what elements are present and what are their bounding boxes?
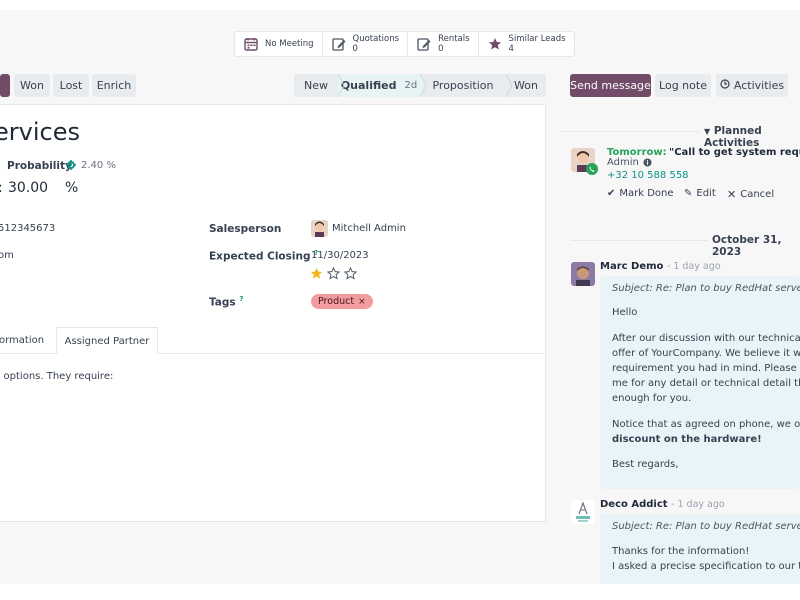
- marc-demo-avatar: [571, 262, 595, 286]
- close-icon: ✕: [727, 188, 737, 201]
- message-line: discount on the hardware!: [612, 434, 762, 445]
- expected-closing-label: Expected Closing ?: [209, 249, 318, 263]
- primary-action-button[interactable]: [0, 74, 10, 97]
- lost-button[interactable]: Lost: [53, 74, 89, 97]
- expected-closing-text: Expected Closing: [209, 250, 311, 263]
- priority-stars: [310, 266, 358, 283]
- message-subject: Subject: Re: Plan to buy RedHat servers: [612, 521, 800, 532]
- message-author[interactable]: Marc Demo - 1 day ago: [600, 261, 721, 272]
- message-line: offer of YourCompany. We believe it will…: [612, 348, 800, 359]
- pencil-doc-icon: [331, 36, 347, 52]
- quotations-label: Quotations: [352, 34, 400, 44]
- salesperson-avatar: [311, 220, 328, 237]
- left-field-1[interactable]: 512345673: [0, 223, 55, 234]
- tab-extra-info[interactable]: ormation: [0, 327, 56, 354]
- pencil-icon: ✎: [684, 188, 693, 199]
- star-icon[interactable]: [310, 267, 323, 283]
- stage-statusbar: New Qualified 2d Proposition Won: [294, 74, 546, 97]
- tags-label: Tags ?: [209, 295, 243, 309]
- cancel-label: Cancel: [740, 189, 775, 200]
- no-meeting-label: No Meeting: [265, 39, 314, 49]
- phone-icon: [586, 163, 598, 178]
- probability-label: Probability: [7, 160, 72, 172]
- probability-auto: 2.40 %: [81, 160, 116, 171]
- message-line: Hello: [612, 307, 638, 318]
- message-line: requirement you had in mind. Please feel: [612, 363, 800, 374]
- message-line: Best regards,: [612, 459, 679, 470]
- left-field-2[interactable]: om: [0, 250, 14, 261]
- message-author[interactable]: Deco Addict - 1 day ago: [600, 499, 725, 510]
- activity-summary: "Call to get system requirem: [669, 147, 800, 158]
- calendar-icon: [243, 36, 259, 52]
- tags-text: Tags: [209, 296, 236, 309]
- message-ago: - 1 day ago: [666, 261, 721, 272]
- pencil-doc-icon: [416, 36, 432, 52]
- tab-assigned-partner[interactable]: Assigned Partner: [56, 327, 158, 354]
- quotations-button[interactable]: Quotations 0: [323, 32, 409, 56]
- message-author-name: Marc Demo: [600, 261, 664, 272]
- mark-done-label: Mark Done: [619, 188, 674, 199]
- tag-label: Product: [318, 296, 355, 307]
- similar-leads-label: Similar Leads: [508, 34, 566, 44]
- message-line: me for any detail or technical detail th…: [612, 378, 800, 389]
- mark-done-button[interactable]: ✔ Mark Done: [607, 188, 674, 199]
- quotations-count: 0: [352, 44, 358, 54]
- expected-revenue[interactable]: 30.00: [8, 180, 48, 196]
- tab-assigned-partner-label: Assigned Partner: [64, 335, 150, 347]
- expected-closing-value[interactable]: 11/30/2023: [311, 250, 369, 261]
- message-line: Notice that as agreed on phone, we offer: [612, 419, 800, 430]
- cancel-button[interactable]: ✕ Cancel: [727, 188, 774, 201]
- date-separator: October 31, 2023: [708, 234, 800, 258]
- rentals-label: Rentals: [438, 34, 470, 44]
- smart-buttons-bar: No Meeting Quotations 0 Rentals 0 Similar …: [234, 31, 575, 57]
- no-meeting-button[interactable]: No Meeting: [235, 32, 323, 56]
- message-line: I asked a precise specification to our t…: [612, 561, 800, 572]
- star-outline-icon[interactable]: [326, 266, 341, 283]
- rentals-count: 0: [438, 44, 444, 54]
- similar-leads-count: 4: [508, 44, 514, 54]
- activities-button[interactable]: Activities: [716, 74, 788, 97]
- close-icon[interactable]: ×: [358, 297, 366, 307]
- help-tooltip-icon[interactable]: ?: [239, 295, 243, 303]
- probability-percent: %: [65, 180, 79, 196]
- frame-top-edge: [0, 0, 800, 10]
- rentals-button[interactable]: Rentals 0: [408, 32, 479, 56]
- message-subject: Subject: Re: Plan to buy RedHat servers: [612, 283, 800, 294]
- caret-down-icon: ▼: [704, 127, 711, 136]
- message-author-name: Deco Addict: [600, 499, 668, 510]
- lead-title[interactable]: ervices: [0, 118, 80, 146]
- stage-arrows: [337, 74, 513, 97]
- log-note-button[interactable]: Log note: [655, 74, 711, 97]
- star-outline-icon[interactable]: [343, 266, 358, 283]
- planned-activities-label: Planned Activities: [704, 125, 762, 149]
- message-line: enough for you.: [612, 393, 692, 404]
- similar-leads-button[interactable]: Similar Leads 4: [479, 32, 574, 56]
- gear-icon[interactable]: [66, 160, 76, 173]
- revenue-currency: :: [0, 180, 3, 196]
- clock-icon: [720, 79, 730, 92]
- planned-activities-toggle[interactable]: ▼ Planned Activities: [700, 125, 800, 149]
- edit-button[interactable]: ✎ Edit: [684, 188, 716, 199]
- tab-extra-info-label: ormation: [0, 335, 45, 346]
- activities-label: Activities: [733, 79, 785, 92]
- activity-phone[interactable]: +32 10 588 558: [607, 170, 689, 181]
- frame-bottom-edge: [0, 584, 800, 600]
- salesperson-value[interactable]: Mitchell Admin: [332, 223, 406, 234]
- won-button[interactable]: Won: [14, 74, 50, 97]
- tag-badge[interactable]: Product ×: [311, 294, 373, 309]
- edit-label: Edit: [696, 188, 716, 199]
- message-ago: - 1 day ago: [671, 499, 725, 510]
- notebook-tabs: ormation Assigned Partner: [0, 327, 546, 354]
- star-icon: [487, 36, 503, 52]
- deco-addict-avatar: [571, 500, 595, 524]
- check-icon: ✔: [607, 188, 616, 199]
- salesperson-label: Salesperson: [209, 223, 282, 235]
- enrich-button[interactable]: Enrich: [92, 74, 136, 97]
- info-icon[interactable]: [643, 157, 652, 170]
- tab-description[interactable]: 5 options. They require:: [0, 371, 113, 382]
- message-line: Thanks for the information!: [612, 546, 750, 557]
- activity-user: Admin: [607, 157, 639, 168]
- send-message-button[interactable]: Send message: [570, 74, 651, 97]
- message-line: After our discussion with our technical …: [612, 333, 800, 344]
